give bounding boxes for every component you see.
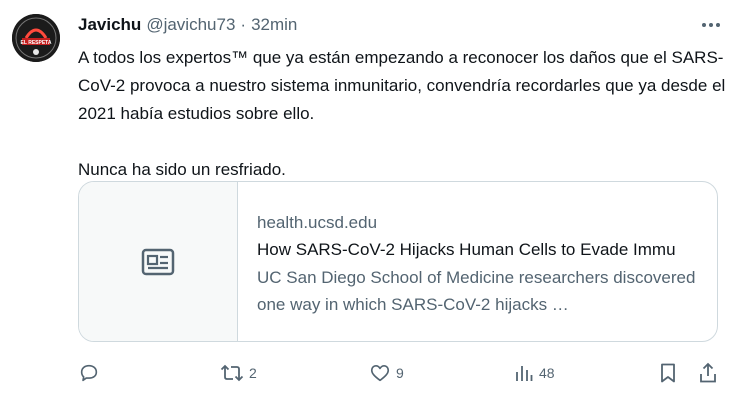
retweet-button[interactable]: 2	[220, 360, 257, 386]
more-icon	[702, 23, 720, 27]
reply-icon	[80, 364, 98, 382]
tweet-header: Javichu @javichu73 · 32min	[78, 14, 297, 36]
views-count: 48	[539, 365, 555, 381]
separator-dot: ·	[240, 15, 247, 34]
retweet-count: 2	[249, 365, 257, 381]
bookmark-icon	[661, 363, 675, 383]
reply-button[interactable]	[78, 360, 105, 386]
author-name[interactable]: Javichu	[78, 15, 141, 35]
like-button[interactable]: 9	[369, 360, 404, 386]
card-domain: health.ucsd.edu	[257, 213, 378, 232]
tweet-paragraph: Nunca ha sido un resfriado.	[78, 160, 286, 179]
svg-text:EL RESPETA: EL RESPETA	[21, 40, 52, 46]
more-options-button[interactable]	[700, 16, 722, 34]
tweet-timestamp[interactable]: 32min	[251, 15, 297, 35]
article-icon	[141, 248, 175, 275]
bookmark-button[interactable]	[658, 360, 678, 386]
author-handle[interactable]: @javichu73	[146, 15, 235, 35]
like-count: 9	[396, 365, 404, 381]
card-title: How SARS-CoV-2 Hijacks Human Cells to Ev…	[257, 240, 676, 259]
card-thumbnail	[79, 182, 238, 341]
card-text: health.ucsd.edu How SARS-CoV-2 Hijacks H…	[238, 182, 717, 341]
views-button[interactable]: 48	[514, 360, 555, 386]
tweet-actions: 2 9 48	[78, 360, 728, 386]
avatar[interactable]: EL RESPETA	[12, 14, 60, 62]
retweet-icon	[220, 364, 244, 382]
tweet: EL RESPETA Javichu @javichu73 · 32min A …	[0, 0, 738, 400]
tweet-paragraph: A todos los expertos™ que ya están empez…	[78, 48, 726, 123]
share-icon	[700, 362, 716, 383]
tweet-text: A todos los expertos™ que ya están empez…	[78, 44, 728, 184]
card-description: UC San Diego School of Medicine research…	[257, 268, 696, 314]
views-icon	[516, 366, 533, 381]
heart-icon	[370, 365, 390, 382]
avatar-image: EL RESPETA	[12, 14, 60, 62]
share-button[interactable]	[698, 360, 718, 386]
link-preview-card[interactable]: health.ucsd.edu How SARS-CoV-2 Hijacks H…	[78, 181, 718, 342]
